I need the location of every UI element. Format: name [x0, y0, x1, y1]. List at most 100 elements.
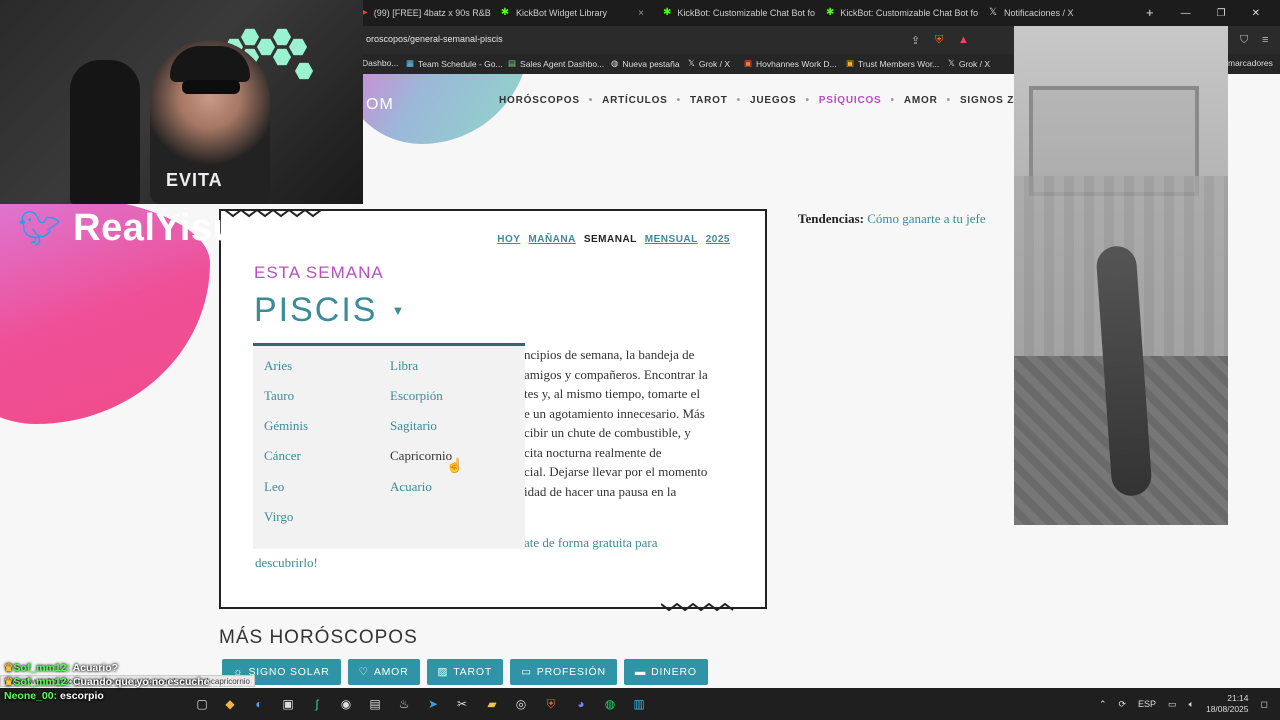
bookmark-icon: ▦: [406, 58, 415, 68]
tab-kickbot-1[interactable]: ✱ KickBot: Customizable Chat Bot for K: [655, 4, 815, 22]
chevron-up-icon[interactable]: ⌃: [1099, 699, 1107, 710]
bookmark-item[interactable]: ▣ Hovhannes Work D...: [744, 58, 837, 69]
bookmark-item[interactable]: ◍ Nueva pestaña: [611, 58, 680, 69]
sign-dropdown: Aries Tauro Géminis Cáncer Leo Virgo Lib…: [253, 343, 525, 549]
profesion-button[interactable]: ▭ PROFESIÓN: [510, 659, 617, 685]
dropdown-item-capricornio[interactable]: Capricornio: [390, 448, 452, 464]
clock[interactable]: 21:14 18/08/2025: [1206, 693, 1249, 715]
dropdown-item-acuario[interactable]: Acuario: [390, 479, 432, 495]
network-icon[interactable]: ▭: [1168, 699, 1177, 710]
bookmark-icon: ▣: [846, 58, 855, 68]
telegram-icon[interactable]: ➤: [425, 696, 441, 712]
dropdown-item-geminis[interactable]: Géminis: [264, 418, 308, 434]
app-icon[interactable]: ʃ: [309, 696, 325, 712]
app-icon[interactable]: ◎: [513, 696, 529, 712]
dropdown-item-leo[interactable]: Leo: [264, 479, 284, 495]
nav-psiquicos[interactable]: PSÍQUICOS: [819, 95, 882, 106]
tab-youtube[interactable]: ▶ (99) [FREE] 4batz x 90s R&B Type: [352, 4, 492, 22]
kickbot-icon: ✱: [500, 7, 510, 18]
menu-icon[interactable]: ≡: [1262, 34, 1268, 46]
bookmark-item[interactable]: ▣ Trust Members Wor...: [846, 58, 939, 69]
more-horoscopes-title: MÁS HORÓSCOPOS: [219, 627, 418, 648]
bookmark-item[interactable]: Dashbo...: [362, 58, 398, 68]
window-controls: — ❐ ✕: [1181, 0, 1280, 26]
app-icon[interactable]: ◆: [222, 696, 238, 712]
tab-hoy[interactable]: HOY: [497, 234, 520, 245]
language-indicator[interactable]: ESP: [1138, 699, 1156, 709]
twitter-handle: RealYisus_: [73, 207, 280, 249]
tab-manana[interactable]: MAÑANA: [528, 234, 575, 245]
steam-icon[interactable]: ♨: [396, 696, 412, 712]
nav-amor[interactable]: AMOR: [904, 95, 938, 106]
bookmark-item[interactable]: 𝕏 Grok / X: [688, 58, 730, 69]
discord-icon[interactable]: ◕: [573, 696, 589, 712]
caret-down-icon[interactable]: ▼: [391, 303, 406, 318]
dropdown-item-sagitario[interactable]: Sagitario: [390, 418, 437, 434]
dropdown-item-libra[interactable]: Libra: [390, 358, 418, 374]
new-tab-button[interactable]: +: [1146, 5, 1154, 20]
trends-link[interactable]: Cómo ganarte a tu jefe: [867, 211, 985, 226]
poster-silhouette: [70, 60, 140, 204]
store-icon[interactable]: ▣: [280, 696, 296, 712]
volume-icon[interactable]: 🔈︎: [1189, 699, 1194, 710]
dropdown-item-cancer[interactable]: Cáncer: [264, 448, 301, 464]
kickbot-icon: ✱: [826, 7, 835, 18]
bookmark-item[interactable]: ▦ Team Schedule - Go...: [406, 58, 503, 69]
brave-rewards-icon[interactable]: ▲: [958, 34, 969, 46]
close-window-icon[interactable]: ✕: [1252, 8, 1260, 19]
crown-icon: ♛: [4, 676, 14, 688]
folder-icon[interactable]: ▰: [484, 696, 500, 712]
close-icon[interactable]: ×: [638, 8, 644, 19]
tab-kickbot-library[interactable]: ✱ KickBot Widget Library ×: [492, 4, 652, 22]
nav-horoscopos[interactable]: HORÓSCOPOS: [499, 95, 580, 106]
tab-kickbot-2[interactable]: ✱ KickBot: Customizable Chat Bot for K: [818, 4, 978, 22]
app-icon[interactable]: ▥: [631, 696, 647, 712]
tab-semanal[interactable]: SEMANAL: [584, 234, 637, 245]
chat-message: ♛Sof_mm12: Acuario?: [4, 662, 119, 674]
edge-icon[interactable]: ◐: [251, 696, 267, 712]
tab-2025[interactable]: 2025: [706, 234, 730, 245]
tab-label: KickBot Widget Library: [516, 8, 608, 18]
shirt-text: EVITA: [166, 170, 223, 190]
sign-selector[interactable]: PISCIS ▼: [254, 291, 406, 330]
site-logo[interactable]: OM: [366, 96, 394, 114]
bookmark-item[interactable]: ▤ Sales Agent Dashbo...: [508, 58, 604, 69]
dropdown-item-virgo[interactable]: Virgo: [264, 509, 293, 525]
nav-articulos[interactable]: ARTÍCULOS: [602, 95, 668, 106]
x-icon: 𝕏: [948, 58, 955, 68]
url-input[interactable]: oroscopos/general-semanal-piscis: [366, 34, 503, 44]
chat-overlay: ♛Sof_mm12: Acuario? ♛Sof_mm12: Cuando qu…: [4, 661, 209, 703]
bookmark-icon: ▣: [744, 58, 753, 68]
nav-juegos[interactable]: JUEGOS: [750, 95, 796, 106]
app-icon[interactable]: ▤: [367, 696, 383, 712]
spotify-icon[interactable]: ◍: [602, 696, 618, 712]
bookmarks-folder[interactable]: marcadores: [1228, 58, 1273, 68]
tab-mensual[interactable]: MENSUAL: [645, 234, 698, 245]
gameplay-overlay: [1014, 26, 1228, 525]
trends: Tendencias: Cómo ganarte a tu jefe: [798, 211, 986, 227]
share-icon[interactable]: ⇪: [911, 34, 920, 47]
sync-icon[interactable]: ⟳: [1118, 699, 1126, 710]
tarot-button[interactable]: ▨ TAROT: [426, 659, 504, 685]
glasses-silhouette: [182, 80, 240, 94]
twitter-bird-icon: 🐦︎: [18, 209, 62, 248]
amor-button[interactable]: ♡ AMOR: [347, 659, 420, 685]
dropdown-item-tauro[interactable]: Tauro: [264, 388, 294, 404]
brave-shield-icon[interactable]: ⛨: [935, 34, 943, 47]
x-icon: 𝕏: [988, 7, 998, 18]
nav-tarot[interactable]: TAROT: [690, 95, 728, 106]
dinero-button[interactable]: ▬ DINERO: [623, 659, 708, 685]
tab-notificaciones[interactable]: 𝕏 Notificaciones / X: [980, 4, 1140, 22]
notification-icon[interactable]: ◻: [1261, 699, 1268, 710]
maximize-icon[interactable]: ❐: [1217, 8, 1226, 19]
dropdown-item-escorpion[interactable]: Escorpión: [390, 388, 443, 404]
vpn-icon[interactable]: ⛉: [1240, 34, 1248, 47]
capcut-icon[interactable]: ✂: [454, 696, 470, 712]
tab-label: KickBot: Customizable Chat Bot for K: [677, 8, 815, 18]
dropdown-item-aries[interactable]: Aries: [264, 358, 292, 374]
kickbot-icon: ✱: [663, 7, 672, 18]
bookmark-item[interactable]: 𝕏 Grok / X: [948, 58, 990, 69]
brave-icon[interactable]: ⛨: [543, 696, 559, 712]
minimize-icon[interactable]: —: [1181, 8, 1191, 19]
obs-icon[interactable]: ◉: [338, 696, 354, 712]
